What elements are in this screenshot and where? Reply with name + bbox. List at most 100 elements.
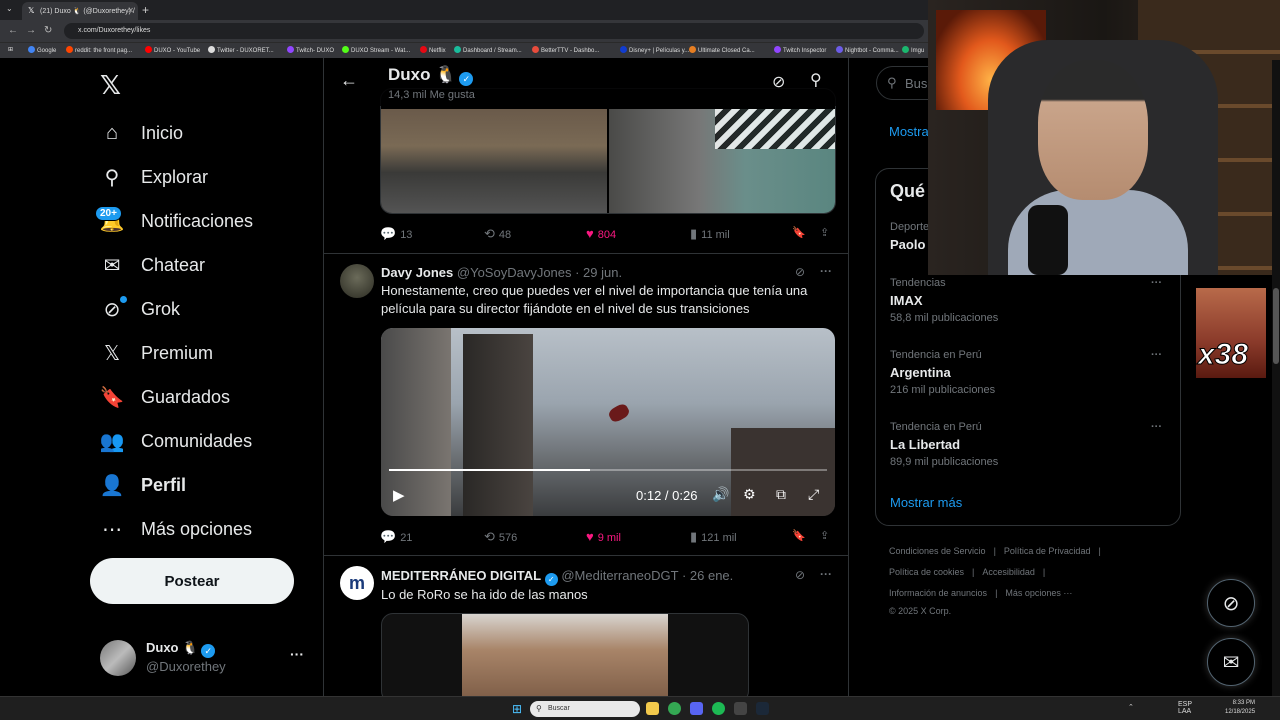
bookmark-item[interactable]: BetterTTV - Dashbo... [532, 46, 599, 54]
forward-nav-icon[interactable]: → [26, 25, 36, 36]
reload-icon[interactable]: ↻ [44, 25, 52, 36]
footer-link[interactable]: Política de Privacidad [1004, 546, 1091, 556]
bookmark-item[interactable]: Twitch- DUXO [287, 46, 334, 54]
trend-item[interactable]: Tendencia en Perú La Libertad 89,9 mil pub… [890, 421, 1170, 468]
share-icon[interactable]: ⇪ [820, 529, 829, 542]
grok-icon[interactable]: ⊘ [795, 568, 805, 582]
footer-link[interactable]: Más opciones ··· [1005, 588, 1072, 598]
account-switcher[interactable]: Duxo 🐧 ✓ @Duxorethey ··· [100, 638, 310, 678]
trend-more-icon[interactable]: ··· [1151, 421, 1162, 433]
grok-icon[interactable]: ⊘ [795, 265, 805, 279]
messages-fab-icon[interactable]: ✉ [1207, 638, 1255, 686]
trend-item[interactable]: Tendencia en Perú Argentina 216 mil public… [890, 349, 1170, 396]
sidebar-item-inicio[interactable]: ⌂ Inicio [100, 118, 183, 148]
show-more-link[interactable]: Mostra [889, 124, 929, 139]
obs-icon[interactable] [734, 702, 747, 715]
sidebar-item-explorar[interactable]: ⚲ Explorar [100, 162, 208, 192]
back-arrow-icon[interactable]: ← [340, 70, 358, 91]
bookmark-item[interactable]: Google [28, 46, 56, 54]
bookmark-item[interactable]: Nightbot - Comma... [836, 46, 899, 54]
bookmark-item[interactable]: reddit: the front pag... [66, 46, 132, 54]
browser-tab-active[interactable]: 𝕏 (21) Duxo 🐧 (@Duxorethey) / ✕ [22, 2, 138, 20]
sidebar-item-guardados[interactable]: 🔖 Guardados [100, 382, 231, 412]
tweet-author-name[interactable]: MEDITERRÁNEO DIGITAL [381, 568, 541, 583]
grok-fab-icon[interactable]: ⊘ [1207, 579, 1255, 627]
url-input[interactable]: x.com/Duxorethey/likes [64, 23, 924, 39]
language-indicator[interactable]: ESP LAA [1178, 701, 1192, 715]
bookmark-item[interactable]: Dashboard / Stream... [454, 46, 522, 54]
post-button[interactable]: Postear [90, 558, 294, 604]
chrome-icon[interactable] [668, 702, 681, 715]
bookmark-item[interactable]: DUXO Stream - Wat... [342, 46, 410, 54]
new-tab-button[interactable]: + [142, 3, 149, 17]
avatar[interactable]: m [340, 566, 374, 600]
tab-list-dropdown-icon[interactable]: ⌄ [6, 4, 13, 13]
apps-icon[interactable]: ⊞ [8, 46, 13, 53]
discord-icon[interactable] [690, 702, 703, 715]
settings-gear-icon[interactable]: ⚙ [743, 486, 756, 503]
tab-close-icon[interactable]: ✕ [127, 6, 134, 15]
bookmark-icon[interactable]: 🔖 [792, 226, 806, 239]
bookmark-item[interactable]: Ultimate Closed Ca... [689, 46, 755, 54]
trend-more-icon[interactable]: ··· [1151, 277, 1162, 289]
bookmark-icon[interactable]: 🔖 [792, 529, 806, 542]
fullscreen-icon[interactable]: ⤢ [808, 486, 819, 503]
bookmark-item[interactable]: DUXO - YouTube [145, 46, 200, 54]
media-photo[interactable] [381, 109, 607, 213]
retweet-button[interactable]: ⟲ 48 [484, 226, 511, 242]
grok-icon[interactable]: ⊘ [772, 72, 785, 92]
video-progress-bar[interactable] [389, 469, 827, 471]
taskbar-search-input[interactable]: ⚲ Buscar [530, 701, 640, 717]
sidebar-item-chatear[interactable]: ✉ Chatear [100, 250, 205, 280]
tweet-more-icon[interactable]: ··· [820, 264, 832, 278]
bookmark-item[interactable]: Netflix [420, 46, 446, 54]
bookmark-item[interactable]: Twitch Inspector [774, 46, 826, 54]
sidebar-item-notificaciones[interactable]: 🔔 Notificaciones [100, 206, 254, 236]
retweet-button[interactable]: ⟲ 576 [484, 529, 517, 545]
footer-link[interactable]: Información de anuncios [889, 588, 987, 598]
like-button[interactable]: ♥ 9 mil [586, 529, 621, 544]
avatar[interactable] [340, 264, 374, 298]
sidebar-item-perfil[interactable]: 👤 Perfil [100, 470, 186, 500]
system-clock[interactable]: 8:33 PM 12/18/2025 [1225, 699, 1255, 717]
show-more-trends-link[interactable]: Mostrar más [890, 495, 962, 510]
page-scrollbar[interactable] [1272, 60, 1280, 696]
tweet-author-meta[interactable]: @MediterraneoDGT · 26 ene. [561, 568, 733, 583]
sidebar-item-comunidades[interactable]: 👥 Comunidades [100, 426, 253, 456]
tray-chevron-icon[interactable]: ⌃ [1128, 703, 1134, 711]
footer-link[interactable]: Política de cookies [889, 567, 964, 577]
spotify-icon[interactable] [712, 702, 725, 715]
reply-button[interactable]: 💬 21 [380, 529, 412, 545]
x-logo-icon[interactable]: 𝕏 [100, 70, 121, 101]
tweet-author-name[interactable]: Davy Jones [381, 265, 453, 280]
back-nav-icon[interactable]: ← [8, 25, 18, 36]
footer-link[interactable]: Condiciones de Servicio [889, 546, 986, 556]
views-button[interactable]: ▮ 121 mil [690, 529, 737, 545]
media-photo[interactable] [609, 109, 835, 213]
footer-link[interactable]: Accesibilidad [982, 567, 1035, 577]
volume-icon[interactable]: 🔊 [712, 486, 729, 503]
play-icon[interactable]: ▶ [393, 486, 405, 504]
trend-item[interactable]: Tendencias IMAX 58,8 mil publicaciones ··· [890, 277, 1170, 324]
sidebar-item-premium[interactable]: 𝕏 Premium [100, 338, 213, 368]
picture-in-picture-icon[interactable]: ⧉ [776, 486, 786, 503]
views-button[interactable]: ▮ 11 mil [690, 226, 730, 242]
account-more-icon[interactable]: ··· [290, 646, 304, 662]
like-button[interactable]: ♥ 804 [586, 226, 616, 241]
sidebar-item-más-opciones[interactable]: ⋯ Más opciones [100, 514, 252, 544]
reply-button[interactable]: 💬 13 [380, 226, 412, 242]
tweet-author-meta[interactable]: @YoSoyDavyJones · 29 jun. [457, 265, 622, 280]
steam-icon[interactable] [756, 702, 769, 715]
bookmark-item[interactable]: Imgu [902, 46, 924, 54]
trend-more-icon[interactable]: ··· [1151, 349, 1162, 361]
scrollbar-thumb[interactable] [1273, 288, 1279, 364]
share-icon[interactable]: ⇪ [820, 226, 829, 239]
search-icon[interactable]: ⚲ [810, 70, 822, 90]
tweet-media-video[interactable] [381, 613, 749, 696]
video-player[interactable]: ▶ 0:12 / 0:26 🔊 ⚙ ⧉ ⤢ [381, 328, 835, 516]
tweet-media-photos[interactable] [380, 88, 836, 214]
tweet-more-icon[interactable]: ··· [820, 567, 832, 581]
windows-start-icon[interactable]: ⊞ [512, 702, 522, 716]
bookmark-item[interactable]: Twitter - DUXORET... [208, 46, 274, 54]
sidebar-item-grok[interactable]: ⊘ Grok [100, 294, 180, 324]
